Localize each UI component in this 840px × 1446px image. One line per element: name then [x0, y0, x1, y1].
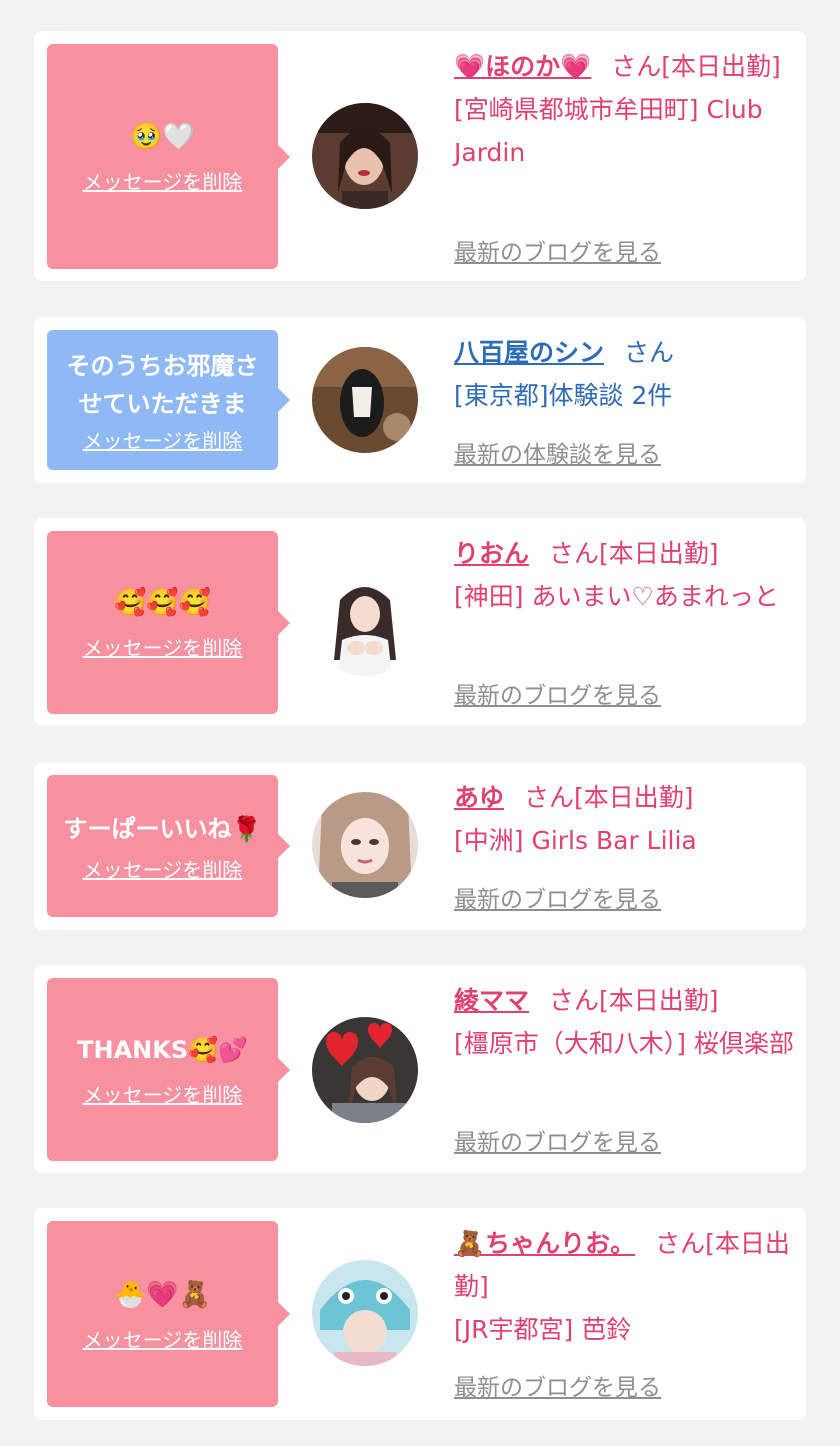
user-info: りおん さん[本日出勤] [神田] あいまい♡あまれっと: [454, 532, 794, 618]
message-bubble: すーぱーいいね🌹 メッセージを削除: [47, 775, 290, 917]
honorific: さん: [655, 1229, 706, 1258]
user-name-link[interactable]: 🧸ちゃんりお。: [454, 1229, 635, 1258]
message-card: 🐣💗🧸 メッセージを削除 🧸ちゃんりお。 さん[本日出勤] [JR宇都宮] 芭鈴 …: [34, 1208, 806, 1420]
user-info: 八百屋のシン さん [東京都]体験談 2件: [454, 331, 794, 417]
message-card: そのうちお邪魔させていただきま メッセージを削除 八百屋のシン さん [東京都]体…: [34, 317, 806, 483]
message-bubble: 🥹🤍 メッセージを削除: [47, 44, 290, 269]
shop-location: [中洲] Girls Bar Lilia: [454, 826, 697, 855]
attendance-status: [本日出勤]: [599, 986, 719, 1015]
honorific: さん: [624, 338, 675, 367]
latest-blog-link[interactable]: 最新のブログを見る: [454, 676, 661, 710]
avatar[interactable]: [312, 570, 418, 676]
shop-location: [神田] あいまい♡あまれっと: [454, 582, 779, 611]
message-text: そのうちお邪魔させていただきま: [66, 351, 259, 418]
user-name-link[interactable]: りおん: [454, 539, 529, 568]
user-name-link[interactable]: 綾ママ: [454, 986, 529, 1015]
honorific: さん: [524, 783, 575, 812]
shop-location: [橿原市（大和八木）] 桜倶楽部: [454, 1029, 794, 1058]
avatar[interactable]: [312, 1017, 418, 1123]
message-bubble: 🥰🥰🥰 メッセージを削除: [47, 531, 290, 714]
avatar[interactable]: [312, 347, 418, 453]
delete-message-link[interactable]: メッセージを削除: [83, 1079, 243, 1108]
delete-message-link[interactable]: メッセージを削除: [83, 425, 243, 454]
user-info: 綾ママ さん[本日出勤] [橿原市（大和八木）] 桜倶楽部: [454, 979, 794, 1065]
user-name-link[interactable]: 八百屋のシン: [454, 338, 604, 367]
user-info: 💗ほのか💗 さん[本日出勤] [宮崎県都城市牟田町] Club Jardin: [454, 45, 794, 174]
avatar[interactable]: [312, 103, 418, 209]
message-bubble: そのうちお邪魔させていただきま メッセージを削除: [47, 330, 290, 470]
message-list: 🥹🤍 メッセージを削除 💗ほのか💗 さん[本日出勤] [宮崎県都城市牟田町] Cl…: [0, 0, 840, 1446]
user-name-link[interactable]: あゆ: [454, 783, 504, 812]
shop-location: [JR宇都宮] 芭鈴: [454, 1315, 632, 1344]
shop-location: [宮崎県都城市牟田町] Club Jardin: [454, 95, 763, 167]
latest-blog-link[interactable]: 最新のブログを見る: [454, 1123, 661, 1157]
honorific: さん: [549, 539, 600, 568]
delete-message-link[interactable]: メッセージを削除: [83, 1324, 243, 1353]
attendance-status: [本日出勤]: [661, 52, 781, 81]
message-bubble: THANKS🥰💕 メッセージを削除: [47, 978, 290, 1161]
message-bubble: 🐣💗🧸 メッセージを削除: [47, 1221, 290, 1407]
delete-message-link[interactable]: メッセージを削除: [83, 166, 243, 195]
avatar[interactable]: [312, 792, 418, 898]
user-name-link[interactable]: 💗ほのか💗: [454, 52, 591, 81]
message-text: すーぱーいいね🌹: [63, 814, 262, 843]
latest-blog-link[interactable]: 最新のブログを見る: [454, 233, 661, 267]
delete-message-link[interactable]: メッセージを削除: [83, 632, 243, 661]
user-info: あゆ さん[本日出勤] [中洲] Girls Bar Lilia: [454, 776, 794, 862]
message-text: 🐣💗🧸: [113, 1279, 212, 1310]
message-card: 🥰🥰🥰 メッセージを削除 りおん さん[本日出勤] [神田] あいまい♡あまれっと…: [34, 518, 806, 726]
message-text: 🥹🤍: [130, 122, 195, 152]
user-info: 🧸ちゃんりお。 さん[本日出勤] [JR宇都宮] 芭鈴: [454, 1222, 794, 1351]
attendance-status: [本日出勤]: [574, 783, 694, 812]
latest-blog-link[interactable]: 最新のブログを見る: [454, 880, 661, 914]
message-card: すーぱーいいね🌹 メッセージを削除 あゆ さん[本日出勤] [中洲] Girls …: [34, 762, 806, 930]
honorific: さん: [549, 986, 600, 1015]
delete-message-link[interactable]: メッセージを削除: [83, 854, 243, 883]
attendance-status: [本日出勤]: [599, 539, 719, 568]
message-card: THANKS🥰💕 メッセージを削除 綾ママ さん[本日出勤] [橿原市（大和八木）…: [34, 965, 806, 1173]
honorific: さん: [611, 52, 662, 81]
latest-blog-link[interactable]: 最新のブログを見る: [454, 1368, 661, 1402]
review-count: [東京都]体験談 2件: [454, 381, 673, 410]
latest-review-link[interactable]: 最新の体験談を見る: [454, 435, 661, 469]
avatar[interactable]: [312, 1260, 418, 1366]
message-card: 🥹🤍 メッセージを削除 💗ほのか💗 さん[本日出勤] [宮崎県都城市牟田町] Cl…: [34, 31, 806, 281]
message-text: THANKS🥰💕: [77, 1036, 248, 1064]
message-text: 🥰🥰🥰: [113, 588, 212, 618]
